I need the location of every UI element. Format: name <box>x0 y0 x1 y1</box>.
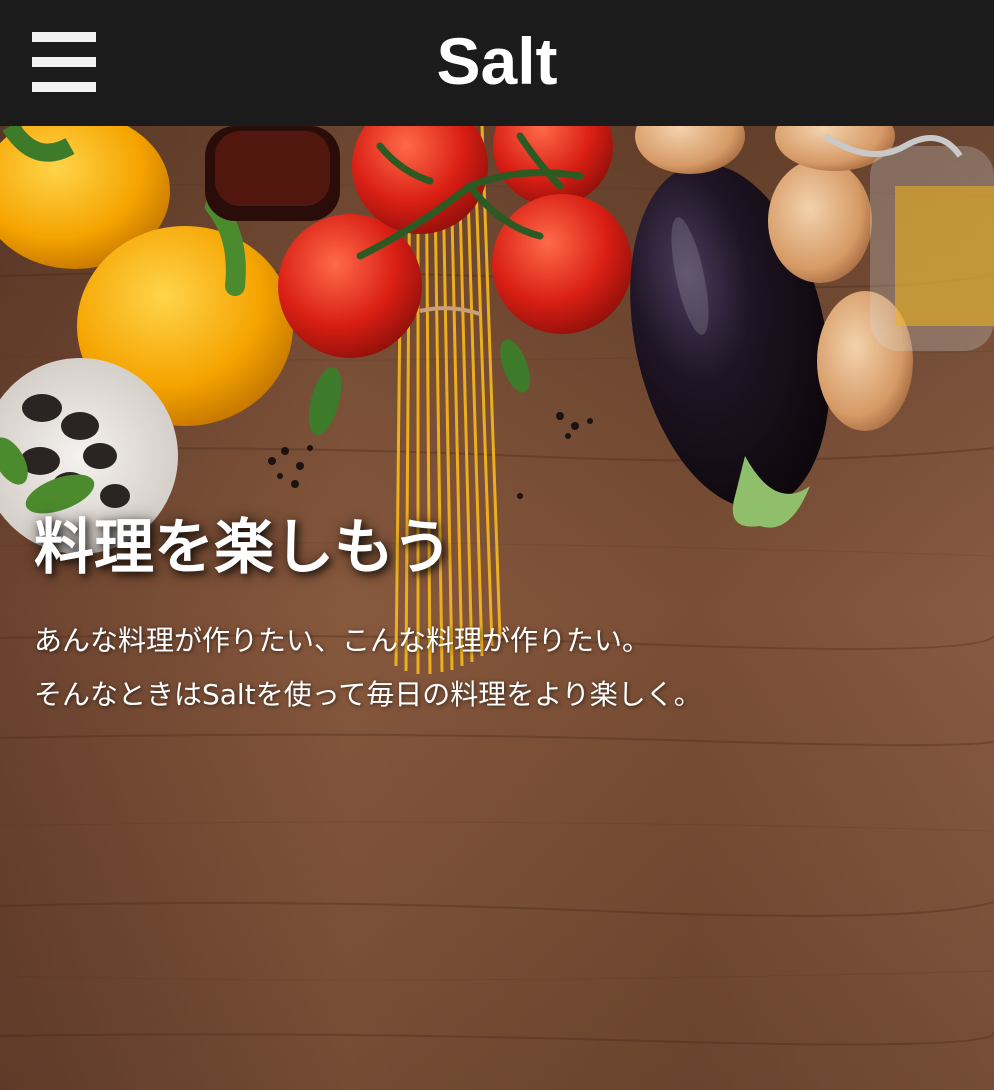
brand-link[interactable]: Salt <box>436 24 557 98</box>
hero-description-line-2: そんなときはSaltを使って毎日の料理をより楽しく。 <box>34 678 702 711</box>
hero-title: 料理を楽しもう <box>34 513 453 583</box>
hero-description: あんな料理が作りたい、こんな料理が作りたい。 そんなときはSaltを使って毎日の… <box>34 614 702 722</box>
app-root: Salt 料理を楽しもう あんな料理が作りたい、こんな料理が作りたい。 そんなと… <box>0 0 994 1090</box>
brand-title: Salt <box>0 0 994 126</box>
hero-description-line-1: あんな料理が作りたい、こんな料理が作りたい。 <box>34 624 651 657</box>
menu-bar-bottom <box>32 82 96 92</box>
menu-bar-top <box>32 32 96 42</box>
hamburger-menu-icon[interactable] <box>30 30 98 94</box>
menu-bar-middle <box>32 57 96 67</box>
hero-section: 料理を楽しもう あんな料理が作りたい、こんな料理が作りたい。 そんなときはSal… <box>0 126 994 1090</box>
vegetables-on-wooden-table-image <box>0 126 994 1090</box>
top-navbar: Salt <box>0 0 994 126</box>
